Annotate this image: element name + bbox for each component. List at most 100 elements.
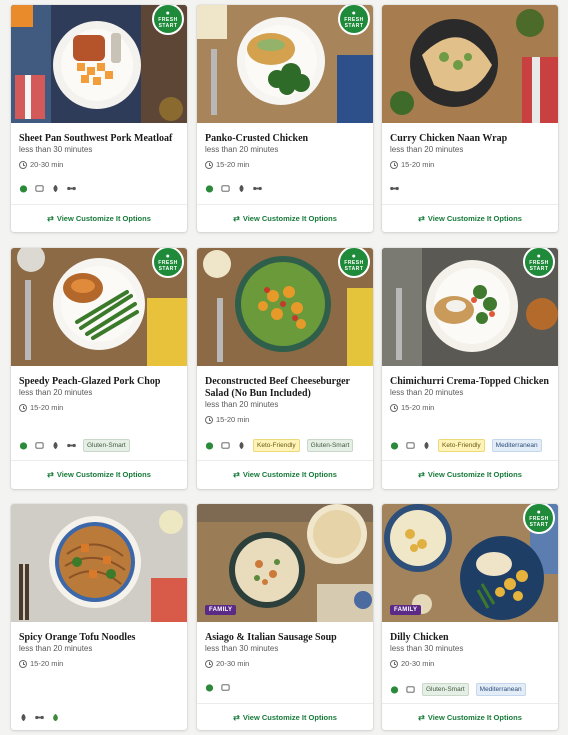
tag-gluten-smart: Gluten-Smart <box>83 439 130 452</box>
card-divider <box>197 204 373 205</box>
recipe-card[interactable]: ● FRESH START Sheet Pan Southwest Pork M… <box>11 5 187 232</box>
calorie-icon <box>406 442 415 449</box>
recipe-time: 15-20 min <box>390 160 434 169</box>
tag-gluten-smart: Gluten-Smart <box>422 683 469 696</box>
recipe-title[interactable]: Panko-Crusted Chicken <box>205 133 367 145</box>
customize-options-link[interactable]: ⇄ View Customize It Options <box>11 463 187 485</box>
tag-mediterranean: Mediterranean <box>491 439 542 452</box>
recipe-card[interactable]: Curry Chicken Naan Wrap less than 20 min… <box>382 5 558 232</box>
card-divider <box>197 460 373 461</box>
clock-icon <box>19 160 27 169</box>
recipe-card[interactable]: ● FRESH START Chimichurri Crema-Topped C… <box>382 248 558 489</box>
calorie-icon <box>406 686 415 693</box>
recipe-title[interactable]: Asiago & Italian Sausage Soup <box>205 632 367 644</box>
card-divider <box>382 460 558 461</box>
recipe-subtitle: less than 30 minutes <box>205 644 279 653</box>
recipe-time: 15-20 min <box>205 160 249 169</box>
customize-options-link[interactable]: ⇄ View Customize It Options <box>382 463 558 485</box>
apple-icon <box>390 686 399 694</box>
carb-icon <box>239 184 244 193</box>
customize-options-link[interactable]: ⇄ View Customize It Options <box>382 207 558 229</box>
recipe-card[interactable]: FAMILY Asiago & Italian Sausage Soup les… <box>197 504 373 730</box>
clock-icon <box>205 160 213 169</box>
recipe-subtitle: less than 20 minutes <box>19 388 93 397</box>
protein-icon <box>253 186 262 191</box>
carb-icon <box>53 441 58 450</box>
recipe-subtitle: less than 20 minutes <box>205 400 279 409</box>
recipe-time: 15-20 min <box>205 415 249 424</box>
apple-icon <box>205 684 214 692</box>
apple-icon <box>19 442 28 450</box>
recipe-title[interactable]: Dilly Chicken <box>390 632 552 644</box>
apple-icon <box>19 185 28 193</box>
recipe-subtitle: less than 20 minutes <box>19 644 93 653</box>
recipe-card[interactable]: ● FRESH START FAMILY Dilly Chicken less … <box>382 504 558 730</box>
recipe-attributes: Gluten-Smart <box>19 439 181 452</box>
carb-icon <box>21 713 26 722</box>
tofu-noodles-photo <box>11 504 187 622</box>
recipe-time: 20-30 min <box>205 659 249 668</box>
recipe-subtitle: less than 20 minutes <box>390 145 464 154</box>
card-divider <box>11 460 187 461</box>
recipe-title[interactable]: Sheet Pan Southwest Pork Meatloaf <box>19 133 181 145</box>
card-divider <box>382 204 558 205</box>
customize-options-link[interactable]: ⇄ View Customize It Options <box>197 706 373 728</box>
apple-icon <box>205 442 214 450</box>
swap-icon: ⇄ <box>233 213 240 223</box>
recipe-card[interactable]: Spicy Orange Tofu Noodles less than 20 m… <box>11 504 187 730</box>
recipe-subtitle: less than 30 minutes <box>19 145 93 154</box>
customize-options-link[interactable]: ⇄ View Customize It Options <box>11 207 187 229</box>
customize-options-link[interactable]: ⇄ View Customize It Options <box>197 463 373 485</box>
recipe-time: 20-30 min <box>19 160 63 169</box>
clock-icon <box>205 415 213 424</box>
protein-icon <box>390 186 399 191</box>
recipe-attributes <box>205 184 367 193</box>
clock-icon <box>390 403 398 412</box>
apple-icon <box>390 442 399 450</box>
tag-gluten-smart: Gluten-Smart <box>306 439 354 452</box>
tag-keto-friendly: Keto-Friendly <box>438 439 485 452</box>
recipe-attributes: Keto-Friendly Mediterranean <box>390 439 552 452</box>
recipe-title[interactable]: Speedy Peach-Glazed Pork Chop <box>19 376 181 388</box>
calorie-icon <box>35 442 44 449</box>
clock-icon <box>390 659 398 668</box>
swap-icon: ⇄ <box>233 469 240 479</box>
recipe-title[interactable]: Curry Chicken Naan Wrap <box>390 133 552 145</box>
recipe-card[interactable]: ● FRESH START Deconstructed Beef Cheeseb… <box>197 248 373 489</box>
protein-icon <box>67 443 76 448</box>
naan-wrap-photo <box>382 5 558 123</box>
recipe-title[interactable]: Spicy Orange Tofu Noodles <box>19 632 181 644</box>
recipe-subtitle: less than 20 minutes <box>205 145 279 154</box>
card-divider <box>197 703 373 704</box>
recipe-time: 15-20 min <box>390 403 434 412</box>
calorie-icon <box>221 442 230 449</box>
customize-options-link[interactable]: ⇄ View Customize It Options <box>382 706 558 728</box>
apple-icon: ● <box>165 252 171 260</box>
protein-icon <box>67 186 76 191</box>
calorie-icon <box>221 684 230 691</box>
recipe-photo[interactable] <box>11 504 187 622</box>
swap-icon: ⇄ <box>418 213 425 223</box>
recipe-card[interactable]: ● FRESH START Speedy Peach-Glazed Pork C… <box>11 248 187 489</box>
apple-icon <box>205 185 214 193</box>
recipe-title[interactable]: Chimichurri Crema-Topped Chicken <box>390 376 552 388</box>
recipe-attributes <box>205 683 367 692</box>
recipe-card[interactable]: ● FRESH START Panko-Crusted Chicken less… <box>197 5 373 232</box>
clock-icon <box>19 403 27 412</box>
recipe-attributes: Keto-Friendly Gluten-Smart <box>205 439 367 452</box>
apple-icon: ● <box>536 508 542 516</box>
protein-icon <box>35 715 44 720</box>
family-badge: FAMILY <box>390 605 422 615</box>
apple-icon: ● <box>165 9 171 17</box>
swap-icon: ⇄ <box>418 712 425 722</box>
clock-icon <box>19 659 27 668</box>
leaf-icon <box>53 713 58 722</box>
recipe-subtitle: less than 20 minutes <box>390 388 464 397</box>
recipe-title[interactable]: Deconstructed Beef Cheeseburger Salad (N… <box>205 376 367 400</box>
card-divider <box>11 204 187 205</box>
recipe-attributes <box>19 713 181 722</box>
customize-options-link[interactable]: ⇄ View Customize It Options <box>197 207 373 229</box>
swap-icon: ⇄ <box>47 213 54 223</box>
card-divider <box>382 703 558 704</box>
recipe-photo[interactable] <box>382 5 558 123</box>
